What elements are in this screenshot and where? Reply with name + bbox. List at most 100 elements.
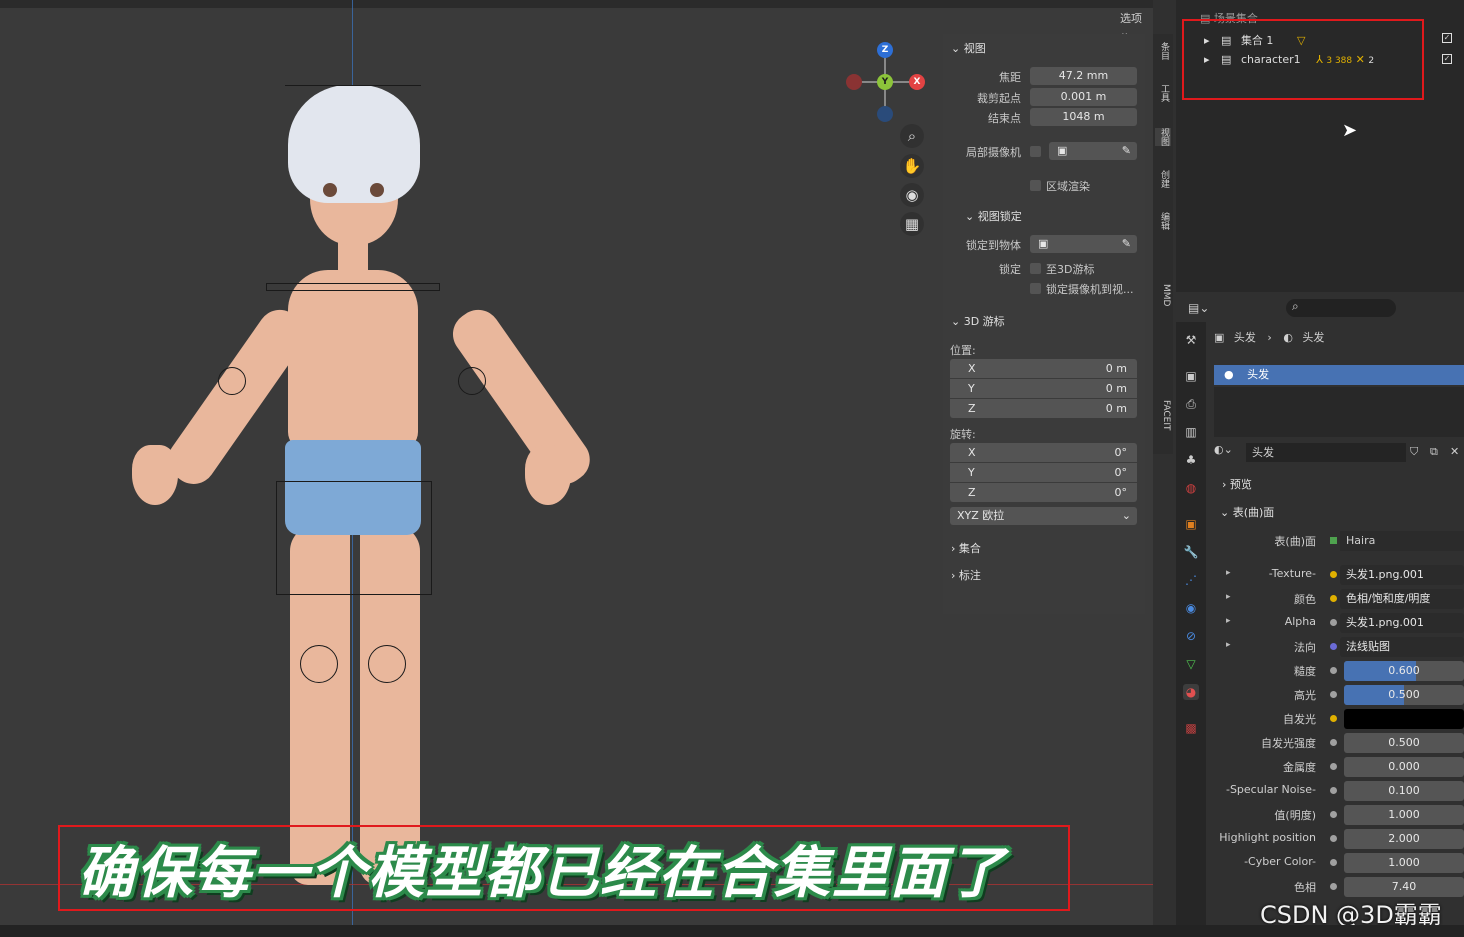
socket-dot[interactable] (1330, 763, 1337, 770)
location-y-field[interactable]: Y 0 m (950, 379, 1137, 398)
view-section-header[interactable]: ⌄ 视图 (951, 40, 986, 56)
local-camera-field[interactable]: ▣ ✎ (1049, 142, 1137, 160)
socket-dot[interactable] (1330, 571, 1337, 578)
collection1-visibility-checkbox[interactable]: ✓ (1442, 33, 1452, 43)
world-tab-icon[interactable]: ◍ (1183, 480, 1199, 496)
location-x-field[interactable]: X 0 m (950, 359, 1137, 378)
linked-node-field[interactable]: 法线贴图 (1340, 637, 1464, 657)
local-camera-checkbox[interactable] (1030, 146, 1041, 157)
tab-mmd[interactable]: MMD (1155, 284, 1171, 306)
socket-dot[interactable] (1330, 859, 1337, 866)
socket-dot[interactable] (1330, 835, 1337, 842)
clip-end-field[interactable]: 1048 m (1030, 108, 1137, 126)
linked-node-field[interactable]: 头发1.png.001 (1340, 565, 1464, 585)
view-lock-section-header[interactable]: ⌄ 视图锁定 (965, 208, 1022, 224)
tab-faceit[interactable]: FACEIT (1155, 400, 1171, 430)
slider-field[interactable]: 0.600 (1344, 661, 1464, 681)
particles-tab-icon[interactable]: ⋰ (1183, 572, 1199, 588)
region-render-checkbox[interactable] (1030, 180, 1041, 191)
focal-length-field[interactable]: 47.2 mm (1030, 67, 1137, 85)
camera-icon[interactable]: ◉ (900, 183, 924, 207)
close-icon[interactable]: ✕ (1450, 445, 1459, 458)
socket-dot[interactable] (1330, 811, 1337, 818)
socket-dot[interactable] (1330, 619, 1337, 626)
rotation-z-field[interactable]: Z 0° (950, 483, 1137, 502)
lock-3d-cursor-checkbox[interactable] (1030, 263, 1041, 274)
socket-dot[interactable] (1330, 787, 1337, 794)
duplicate-icon[interactable]: ⧉ (1430, 445, 1438, 459)
left-elbow-bone (218, 367, 246, 395)
material-slot-item[interactable]: ● 头发 (1214, 365, 1464, 385)
scene-tab-icon[interactable]: ♣ (1183, 452, 1199, 468)
gizmo-x-handle[interactable]: X (909, 74, 925, 90)
surface-section-header[interactable]: ⌄ 表(曲)面 (1220, 504, 1274, 520)
zoom-icon[interactable]: ⌕ (900, 124, 924, 148)
number-field[interactable]: 2.000 (1344, 829, 1464, 849)
character1-visibility-checkbox[interactable]: ✓ (1442, 54, 1452, 64)
number-field[interactable]: 1.000 (1344, 853, 1464, 873)
emission-color-field[interactable] (1344, 709, 1464, 729)
material-datablock-selector[interactable]: ◐⌄ 头发 ⛉ ⧉ ✕ (1214, 443, 1464, 463)
socket-dot[interactable] (1330, 691, 1337, 698)
socket-dot[interactable] (1330, 715, 1337, 722)
gizmo-neg-z-handle[interactable] (877, 106, 893, 122)
rotation-mode-dropdown[interactable]: XYZ 欧拉 ⌄ (950, 507, 1137, 525)
socket-dot[interactable] (1330, 643, 1337, 650)
gizmo-y-handle[interactable]: Y (877, 74, 893, 90)
view-layer-tab-icon[interactable]: ▥ (1183, 424, 1199, 440)
3d-cursor-section-header[interactable]: ⌄ 3D 游标 (951, 313, 1005, 329)
number-field[interactable]: 0.100 (1344, 781, 1464, 801)
material-slot-label: 头发 (1247, 368, 1270, 381)
eyedropper-icon[interactable]: ✎ (1122, 142, 1137, 160)
number-field[interactable]: 1.000 (1344, 805, 1464, 825)
linked-node-field[interactable]: 色相/饱和度/明度 (1340, 589, 1464, 609)
linked-node-field[interactable]: 头发1.png.001 (1340, 613, 1464, 633)
tab-item[interactable]: 条目 (1155, 42, 1171, 60)
output-tab-icon[interactable]: ⎙ (1183, 396, 1199, 412)
fake-user-shield-icon[interactable]: ⛉ (1410, 445, 1418, 459)
collection-section-header[interactable]: › 集合 (951, 540, 981, 556)
gizmo-neg-x-handle[interactable] (846, 74, 862, 90)
material-tab-icon[interactable]: ◕ (1183, 684, 1199, 700)
lock-camera-checkbox[interactable] (1030, 283, 1041, 294)
constraints-tab-icon[interactable]: ⊘ (1183, 628, 1199, 644)
socket-dot[interactable] (1330, 883, 1337, 890)
number-field[interactable]: 0.000 (1344, 757, 1464, 777)
slider-field[interactable]: 0.500 (1344, 685, 1464, 705)
socket-dot[interactable] (1330, 739, 1337, 746)
material-name-field[interactable]: 头发 (1246, 443, 1406, 462)
tab-edit[interactable]: 编辑 (1155, 212, 1171, 230)
number-field[interactable]: 0.500 (1344, 733, 1464, 753)
physics-tab-icon[interactable]: ◉ (1183, 600, 1199, 616)
socket-dot[interactable] (1330, 667, 1337, 674)
tab-tool[interactable]: 工具 (1155, 84, 1171, 102)
options-dropdown[interactable]: 选项 ⌄ (1120, 10, 1153, 39)
clip-start-field[interactable]: 0.001 m (1030, 88, 1137, 106)
eyedropper-icon[interactable]: ✎ (1122, 235, 1137, 253)
3d-viewport[interactable]: 选项 ⌄ Z Y X ⌕ ✋ ◉ ▦ ⌄ 视图 焦距 47.2 mm 裁剪起点 … (0, 0, 1153, 937)
tab-create[interactable]: 创建 (1155, 170, 1171, 188)
annotation-section-header[interactable]: › 标注 (951, 567, 981, 583)
search-input[interactable]: ⌕ (1286, 299, 1396, 317)
rotation-x-field[interactable]: X 0° (950, 443, 1137, 462)
number-field[interactable]: 7.40 (1344, 877, 1464, 897)
texture-tab-icon[interactable]: ▩ (1183, 720, 1199, 736)
location-z-field[interactable]: Z 0 m (950, 399, 1137, 418)
data-tab-icon[interactable]: ▽ (1183, 656, 1199, 672)
socket-dot[interactable] (1330, 595, 1337, 602)
character-model[interactable] (120, 85, 600, 905)
tool-tab-icon[interactable]: ⚒ (1183, 332, 1199, 348)
editor-type-icon[interactable]: ▤⌄ (1188, 301, 1209, 315)
render-tab-icon[interactable]: ▣ (1183, 368, 1199, 384)
rotation-y-field[interactable]: Y 0° (950, 463, 1137, 482)
grid-icon[interactable]: ▦ (900, 212, 924, 236)
preview-section-header[interactable]: › 预览 (1222, 476, 1252, 492)
hand-pan-icon[interactable]: ✋ (900, 154, 924, 178)
modifier-tab-icon[interactable]: 🔧 (1183, 544, 1199, 560)
material-browse-icon[interactable]: ◐⌄ (1214, 443, 1233, 456)
gizmo-z-handle[interactable]: Z (877, 42, 893, 58)
surface-shader-field[interactable]: Haira (1340, 531, 1464, 551)
object-tab-icon[interactable]: ▣ (1183, 516, 1199, 532)
tab-view[interactable]: 视图 (1155, 128, 1171, 146)
lock-to-object-field[interactable]: ▣ ✎ (1030, 235, 1137, 253)
